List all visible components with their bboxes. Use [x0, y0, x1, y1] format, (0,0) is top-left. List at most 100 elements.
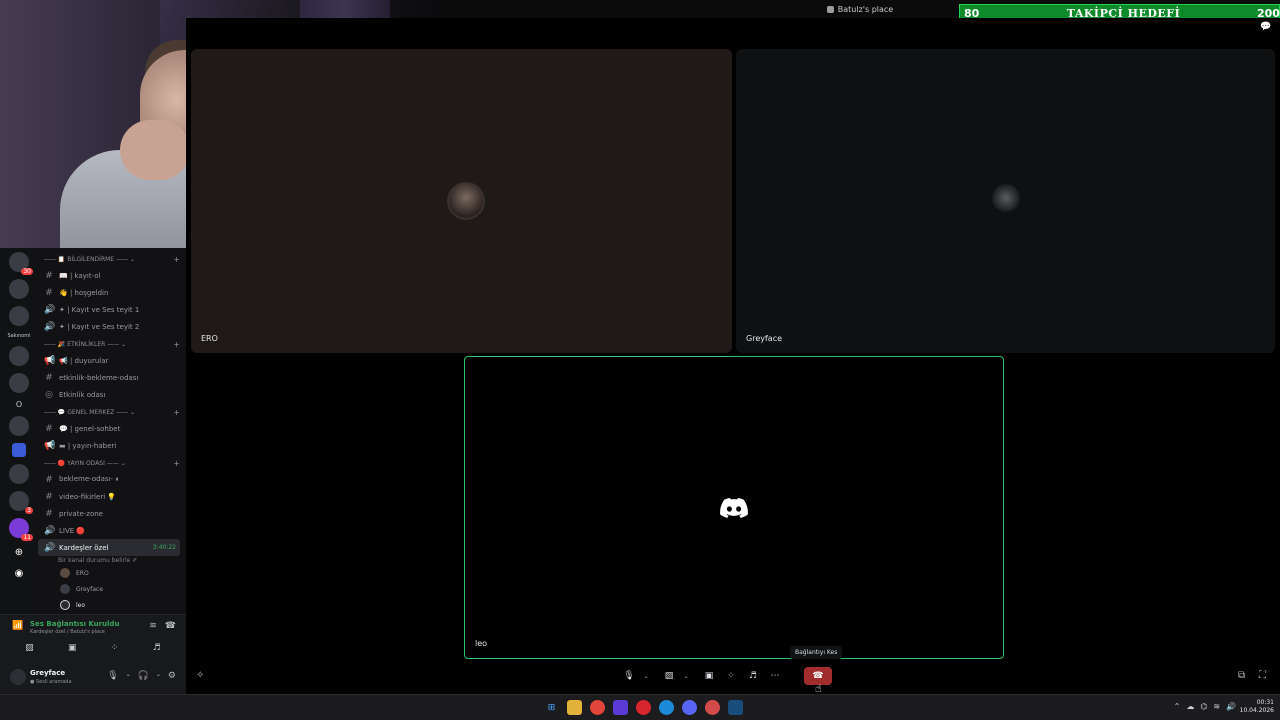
- server-icon-4[interactable]: [9, 346, 29, 366]
- channel-item[interactable]: 📢 ▬ | yayın-haberi: [38, 437, 186, 454]
- folder-icon[interactable]: [12, 443, 26, 457]
- username[interactable]: Greyface: [30, 669, 65, 677]
- file-explorer-icon[interactable]: [567, 700, 582, 715]
- microphone-icon[interactable]: 🎙: [107, 671, 118, 681]
- channel-item[interactable]: # private-zone: [38, 505, 186, 522]
- noise-suppression-icon[interactable]: ≋: [149, 621, 157, 631]
- participant-tile-greyface[interactable]: Greyface: [736, 49, 1275, 353]
- discord-icon[interactable]: [682, 700, 697, 715]
- clock-date: 10.04.2026: [1239, 707, 1274, 714]
- streamer-hand: [120, 120, 190, 180]
- chat-icon[interactable]: 💬: [1260, 22, 1271, 32]
- chevron-up-icon[interactable]: ⌃: [1174, 702, 1181, 711]
- steam-icon[interactable]: [728, 700, 743, 715]
- channel-type-icon: #: [45, 491, 53, 502]
- cloud-icon[interactable]: ☁: [1186, 702, 1194, 711]
- camera-options-chevron[interactable]: ⌄: [682, 667, 690, 685]
- voice-location[interactable]: Kardeşler özel / Batulz's place: [30, 629, 105, 635]
- channel-item[interactable]: 🔊 ✦ | Kayıt ve Ses teyit 2: [38, 318, 186, 335]
- add-channel-icon[interactable]: +: [173, 459, 180, 468]
- windows-start-icon[interactable]: ⊞: [544, 700, 559, 715]
- add-channel-icon[interactable]: +: [173, 408, 180, 417]
- voice-status[interactable]: Ses Bağlantısı Kuruldu: [30, 620, 119, 628]
- activity-icon[interactable]: ✧: [196, 670, 204, 681]
- category-etkinlikler[interactable]: —— 🎉 ETKİNLİKLER —— ⌄ +: [38, 336, 186, 352]
- channel-item[interactable]: 📢 📢 | duyurular: [38, 352, 186, 369]
- popout-icon[interactable]: ⧉: [1238, 670, 1245, 681]
- camera-button[interactable]: ▨: [660, 667, 678, 685]
- participant-tile-leo[interactable]: leo: [464, 356, 1004, 659]
- server-icon: [826, 5, 834, 13]
- discover-icon[interactable]: ◉: [12, 566, 26, 580]
- server-icon-3[interactable]: [9, 306, 29, 326]
- fullscreen-icon[interactable]: ⛶: [1259, 670, 1266, 681]
- channel-item[interactable]: # 👋 | hoşgeldin: [38, 284, 186, 301]
- participant-name: Greyface: [746, 334, 783, 343]
- chevron-down-icon[interactable]: ⌄: [126, 671, 131, 681]
- server-icon-9[interactable]: 11: [9, 518, 33, 541]
- server-icon-6[interactable]: [9, 416, 29, 436]
- channel-type-icon: #: [45, 270, 53, 281]
- activities-button[interactable]: ⁘: [722, 667, 740, 685]
- channel-item[interactable]: ◎ Etkinlik odası: [38, 386, 186, 403]
- window-title-text: Batulz's place: [837, 4, 894, 14]
- activities-icon[interactable]: ⁘: [111, 643, 119, 653]
- voice-member[interactable]: ERO: [38, 565, 186, 581]
- server-icon-7[interactable]: [9, 464, 29, 484]
- chevron-down-icon[interactable]: ⌄: [156, 671, 161, 681]
- server-icon-1[interactable]: 30: [9, 252, 33, 275]
- server-icon-5[interactable]: [9, 373, 29, 393]
- signal-icon[interactable]: 📶: [12, 621, 23, 631]
- channel-item[interactable]: # 💬 | genel-sohbet: [38, 420, 186, 437]
- channel-type-icon: #: [45, 372, 53, 383]
- voice-member[interactable]: leo: [38, 597, 186, 613]
- mic-options-chevron[interactable]: ⌄: [642, 667, 650, 685]
- edge-icon[interactable]: [659, 700, 674, 715]
- server-letter[interactable]: O: [16, 400, 22, 409]
- volume-icon[interactable]: 🔊: [1226, 702, 1236, 711]
- channel-item[interactable]: # etkinlik-bekleme-odası: [38, 369, 186, 386]
- app-icon[interactable]: [613, 700, 628, 715]
- avatar[interactable]: [10, 669, 26, 685]
- soundboard-button[interactable]: ♬: [744, 667, 762, 685]
- headphones-icon[interactable]: 🎧: [138, 671, 149, 681]
- avatar: [992, 184, 1020, 212]
- more-options-button[interactable]: ⋯: [766, 667, 784, 685]
- category-bilgilendirme[interactable]: —— 📋 BİLGİLENDİRME —— ⌄ +: [38, 251, 186, 267]
- disconnect-icon[interactable]: ☎: [165, 621, 176, 631]
- wifi-icon[interactable]: ≋: [1213, 702, 1220, 711]
- server-icon-2[interactable]: [9, 279, 29, 299]
- network-icon[interactable]: ⌬: [1200, 702, 1207, 711]
- category-genel-merkez[interactable]: —— 💬 GENEL MERKEZ —— ⌄ +: [38, 404, 186, 420]
- screen-share-icon[interactable]: ▣: [68, 643, 77, 653]
- voice-actions: ≋ ☎: [149, 621, 176, 631]
- screen-share-button[interactable]: ▣: [700, 667, 718, 685]
- opera-icon[interactable]: [636, 700, 651, 715]
- camera-off-icon[interactable]: ▨: [25, 643, 34, 653]
- stage-channel-icon: ◎: [45, 389, 53, 400]
- voice-connection-panel: 📶 Ses Bağlantısı Kuruldu Kardeşler özel …: [0, 614, 186, 660]
- app-icon[interactable]: [705, 700, 720, 715]
- category-yayin-odasi[interactable]: —— 🔴 YAYIN ODASI —— ⌄ +: [38, 455, 186, 471]
- add-channel-icon[interactable]: +: [173, 255, 180, 264]
- soundboard-icon[interactable]: ♬: [153, 643, 161, 653]
- chrome-icon[interactable]: [590, 700, 605, 715]
- gear-icon[interactable]: ⚙: [168, 671, 176, 681]
- add-server-icon[interactable]: ⊕: [12, 545, 26, 559]
- system-tray: ⌃ ☁ ⌬ ≋ 🔊: [1174, 702, 1236, 711]
- add-channel-icon[interactable]: +: [173, 340, 180, 349]
- channel-status[interactable]: Bir kanal durumu belirle ✐: [38, 556, 186, 565]
- channel-item[interactable]: # bekleme-odası- ⏸: [38, 471, 186, 488]
- channel-type-icon: #: [45, 508, 53, 519]
- voice-member[interactable]: Greyface: [38, 581, 186, 597]
- channel-item[interactable]: 🔊 ✦ | Kayıt ve Ses teyit 1: [38, 301, 186, 318]
- participant-tile-ero[interactable]: ERO: [191, 49, 732, 353]
- active-voice-channel[interactable]: 🔊 Kardeşler özel 3:40:22: [38, 539, 180, 556]
- channel-item[interactable]: 🔊 LIVE 🔴: [38, 522, 186, 539]
- server-icon-8[interactable]: 3: [9, 491, 33, 514]
- channel-item[interactable]: # 📖 | kayıt-ol: [38, 267, 186, 284]
- taskbar-clock[interactable]: 00:31 10.04.2026: [1240, 699, 1274, 715]
- unread-badge: 11: [21, 534, 33, 541]
- channel-item[interactable]: # video-fikirleri 💡: [38, 488, 186, 505]
- microphone-button[interactable]: 🎙: [620, 667, 638, 685]
